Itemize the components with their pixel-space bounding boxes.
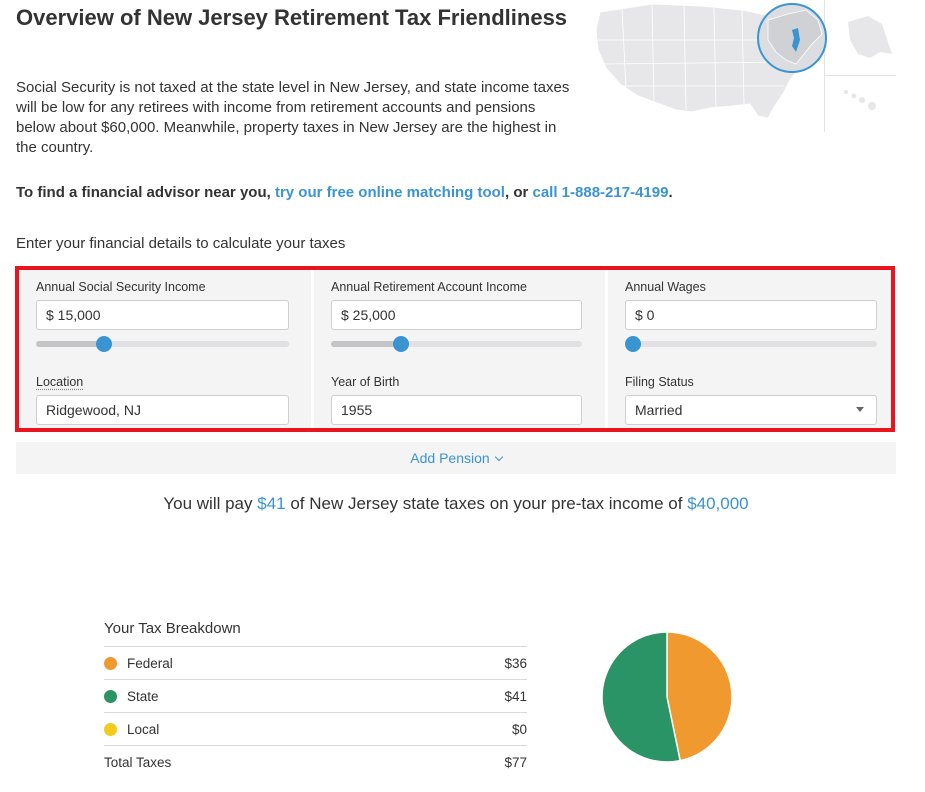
breakdown-label: Federal — [127, 655, 173, 671]
breakdown-value: $0 — [511, 721, 527, 737]
calculator-column-1: Annual Social Security Income Location — [19, 270, 311, 428]
location-label: Location — [36, 375, 84, 389]
advisor-prefix: To find a financial advisor near you, — [16, 184, 275, 201]
annual-wages-slider-handle[interactable] — [625, 336, 641, 352]
retirement-income-slider-fill — [331, 341, 402, 347]
retirement-income-slider-handle[interactable] — [393, 336, 410, 352]
breakdown-value: $41 — [504, 688, 527, 704]
filing-status-select[interactable]: Married — [625, 395, 877, 425]
chevron-down-icon — [494, 452, 503, 462]
breakdown-value: $36 — [504, 655, 527, 671]
retirement-income-slider[interactable] — [331, 336, 582, 352]
page-title: Overview of New Jersey Retirement Tax Fr… — [16, 5, 568, 30]
map-divider-vertical — [824, 0, 825, 132]
year-of-birth-label: Year of Birth — [331, 375, 400, 389]
tax-breakdown-pie-chart — [601, 631, 733, 763]
calculator-column-3: Annual Wages Filing Status Married — [608, 270, 891, 428]
social-security-slider[interactable] — [36, 336, 289, 352]
dropdown-arrow-icon — [856, 407, 864, 412]
tax-summary: You will pay $41 of New Jersey state tax… — [0, 494, 912, 514]
pretax-income-amount: $40,000 — [687, 494, 749, 513]
tax-calculator-form: Annual Social Security Income Location A… — [15, 266, 895, 432]
social-security-label: Annual Social Security Income — [36, 280, 206, 294]
federal-dot-icon — [104, 656, 117, 670]
annual-wages-label: Annual Wages — [625, 280, 706, 294]
breakdown-row-state: State $41 — [104, 680, 527, 713]
add-pension-button[interactable]: Add Pension — [16, 442, 896, 474]
map-divider-horizontal — [824, 75, 896, 76]
breakdown-title: Your Tax Breakdown — [104, 620, 527, 647]
filing-status-value: Married — [635, 402, 683, 418]
intro-paragraph: Social Security is not taxed at the stat… — [16, 79, 570, 156]
advisor-middle: , or — [504, 184, 533, 201]
alaska-shape — [848, 16, 892, 58]
retirement-income-label: Annual Retirement Account Income — [331, 280, 527, 294]
breakdown-row-local: Local $0 — [104, 713, 527, 746]
state-tax-amount: $41 — [257, 494, 286, 513]
advisor-line: To find a financial advisor near you, tr… — [16, 184, 816, 201]
summary-prefix: You will pay — [163, 494, 258, 513]
retirement-income-input[interactable] — [331, 300, 582, 330]
summary-middle: of New Jersey state taxes on your pre-ta… — [285, 494, 688, 513]
local-dot-icon — [104, 722, 117, 736]
state-dot-icon — [104, 689, 117, 703]
breakdown-label: Local — [127, 721, 160, 737]
calculator-column-2: Annual Retirement Account Income Year of… — [314, 270, 605, 428]
advisor-suffix: . — [668, 184, 673, 201]
hawaii-shape — [844, 90, 876, 110]
location-input[interactable] — [36, 395, 289, 425]
us-map-image — [595, 0, 896, 132]
total-label: Total Taxes — [104, 754, 172, 770]
breakdown-row-federal: Federal $36 — [104, 647, 527, 680]
calculator-intro: Enter your financial details to calculat… — [16, 235, 346, 252]
annual-wages-slider[interactable] — [625, 336, 877, 352]
call-phone-link[interactable]: call 1-888-217-4199 — [533, 184, 669, 201]
add-pension-label: Add Pension — [410, 450, 490, 466]
breakdown-label: State — [127, 688, 159, 704]
social-security-slider-handle[interactable] — [96, 336, 113, 352]
breakdown-row-total: Total Taxes $77 — [104, 746, 527, 778]
matching-tool-link[interactable]: try our free online matching tool — [275, 184, 505, 201]
tax-breakdown-table: Your Tax Breakdown Federal $36 State $41… — [104, 620, 527, 778]
social-security-slider-fill — [36, 341, 105, 347]
total-value: $77 — [504, 754, 527, 770]
social-security-input[interactable] — [36, 300, 289, 330]
annual-wages-input[interactable] — [625, 300, 877, 330]
filing-status-label: Filing Status — [625, 375, 694, 389]
year-of-birth-input[interactable] — [331, 395, 582, 425]
